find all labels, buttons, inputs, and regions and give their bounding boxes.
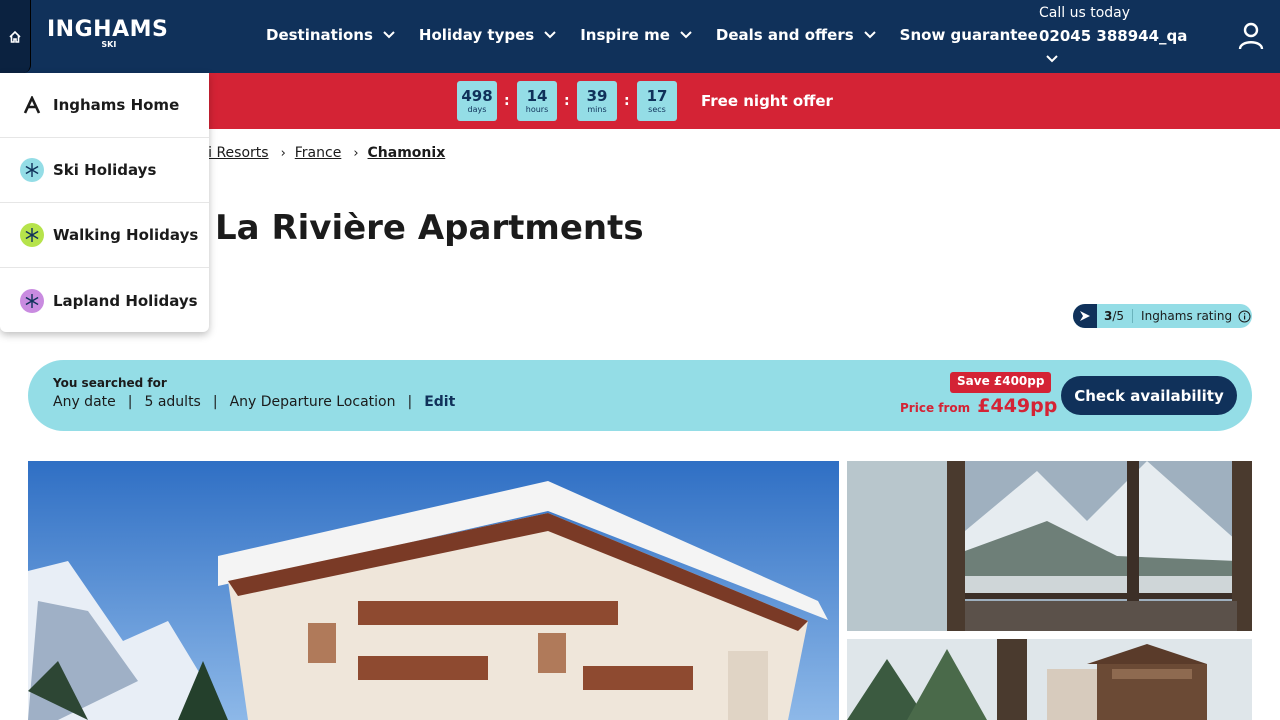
chevron-down-icon	[680, 31, 692, 39]
rating-label: Inghams rating	[1141, 309, 1233, 323]
site-header: INGHAMS SKI Destinations Holiday types I…	[0, 0, 1280, 73]
countdown-hours: 14 hours	[517, 81, 557, 121]
countdown-separator: :	[504, 93, 510, 109]
save-badge: Save £400pp	[950, 372, 1052, 393]
countdown-unit: mins	[587, 105, 607, 114]
search-criteria: Any date | 5 adults | Any Departure Loca…	[53, 394, 455, 410]
breadcrumb-chamonix[interactable]: Chamonix	[368, 145, 446, 161]
divider: |	[127, 394, 133, 410]
countdown-unit: days	[467, 105, 487, 114]
countdown-value: 17	[646, 87, 668, 105]
call-label: Call us today	[1039, 5, 1131, 21]
menu-item-label: Ski Holidays	[53, 161, 157, 179]
home-icon	[9, 30, 21, 43]
countdown-separator: :	[564, 93, 570, 109]
breadcrumb-ski-resorts[interactable]: ki Resorts	[200, 145, 269, 161]
balcony-view-image[interactable]	[847, 461, 1252, 631]
call-phone: 02045 388944_qa	[1039, 27, 1188, 45]
countdown-unit: hours	[525, 105, 549, 114]
price-from-label: Price from	[900, 401, 971, 415]
inghams-ski-logo[interactable]: INGHAMS SKI	[47, 17, 169, 50]
nav-deals-and-offers[interactable]: Deals and offers	[716, 26, 876, 44]
promo-text[interactable]: Free night offer	[701, 92, 833, 110]
menu-item-label: Lapland Holidays	[53, 291, 198, 310]
search-summary-title: You searched for	[53, 376, 167, 390]
countdown-mins: 39 mins	[577, 81, 617, 121]
edit-search-link[interactable]: Edit	[424, 394, 455, 410]
snowflake-icon	[20, 223, 44, 247]
chevron-right-icon: ›	[280, 145, 286, 161]
snowflake-icon	[20, 158, 44, 182]
breadcrumb-france[interactable]: France	[295, 145, 342, 161]
user-icon[interactable]	[1238, 22, 1264, 50]
inghams-logo-icon	[20, 93, 44, 117]
nav-inspire-me[interactable]: Inspire me	[580, 26, 692, 44]
countdown-value: 14	[526, 87, 548, 105]
nav-label: Snow guarantee	[899, 26, 1038, 44]
countdown-days: 498 days	[457, 81, 497, 121]
price-from: Price from £449pp	[900, 395, 1057, 417]
main-nav: Destinations Holiday types Inspire me De…	[266, 26, 1062, 44]
price-value: £449pp	[977, 395, 1058, 417]
info-icon[interactable]	[1238, 310, 1251, 323]
nav-label: Holiday types	[418, 26, 535, 44]
brand-menu: Inghams Home Ski Holidays Walking Holida…	[0, 73, 209, 332]
countdown-value: 498	[461, 87, 493, 105]
search-date: Any date	[53, 394, 116, 410]
chevron-down-icon	[1046, 55, 1058, 63]
divider: |	[407, 394, 413, 410]
search-guests: 5 adults	[144, 394, 201, 410]
menu-item-label: Walking Holidays	[53, 226, 199, 244]
snowflake-icon	[20, 288, 44, 313]
home-button[interactable]	[0, 0, 31, 73]
breadcrumb: ki Resorts › France › Chamonix	[200, 145, 445, 161]
logo-text: INGHAMS	[47, 17, 169, 42]
countdown-separator: :	[624, 93, 630, 109]
hotel-main-image[interactable]	[28, 461, 839, 720]
nav-snow-guarantee[interactable]: Snow guarantee	[900, 26, 1038, 44]
chevron-down-icon	[544, 31, 556, 39]
inghams-logo-icon	[1073, 304, 1097, 328]
divider: |	[212, 394, 218, 410]
chevron-down-icon	[863, 31, 876, 39]
search-departure: Any Departure Location	[229, 394, 396, 410]
nav-destinations[interactable]: Destinations	[266, 26, 395, 44]
search-summary: You searched for Any date | 5 adults | A…	[28, 360, 1252, 431]
countdown-unit: secs	[648, 105, 666, 114]
rating-score: 3/5	[1104, 309, 1134, 323]
nav-holiday-types[interactable]: Holiday types	[419, 26, 556, 44]
nav-label: Destinations	[266, 26, 373, 44]
menu-item-ski-holidays[interactable]: Ski Holidays	[0, 138, 209, 203]
menu-item-lapland-holidays[interactable]: Lapland Holidays	[0, 268, 209, 333]
nav-label: Deals and offers	[715, 26, 854, 44]
page-title: La Rivière Apartments	[215, 208, 644, 248]
countdown-value: 39	[586, 87, 608, 105]
chevron-right-icon: ›	[353, 145, 359, 161]
call-us[interactable]: Call us today 02045 388944_qa	[1039, 5, 1188, 63]
chevron-down-icon	[383, 31, 395, 39]
countdown-secs: 17 secs	[637, 81, 677, 121]
menu-item-walking-holidays[interactable]: Walking Holidays	[0, 203, 209, 268]
check-availability-button[interactable]: Check availability	[1061, 376, 1237, 415]
menu-item-inghams-home[interactable]: Inghams Home	[0, 73, 209, 138]
logo-subtext: SKI	[101, 40, 117, 49]
nav-label: Inspire me	[580, 26, 670, 44]
menu-item-label: Inghams Home	[53, 96, 180, 114]
exterior-image[interactable]	[847, 639, 1252, 720]
inghams-rating[interactable]: 3/5 Inghams rating	[1073, 304, 1252, 328]
